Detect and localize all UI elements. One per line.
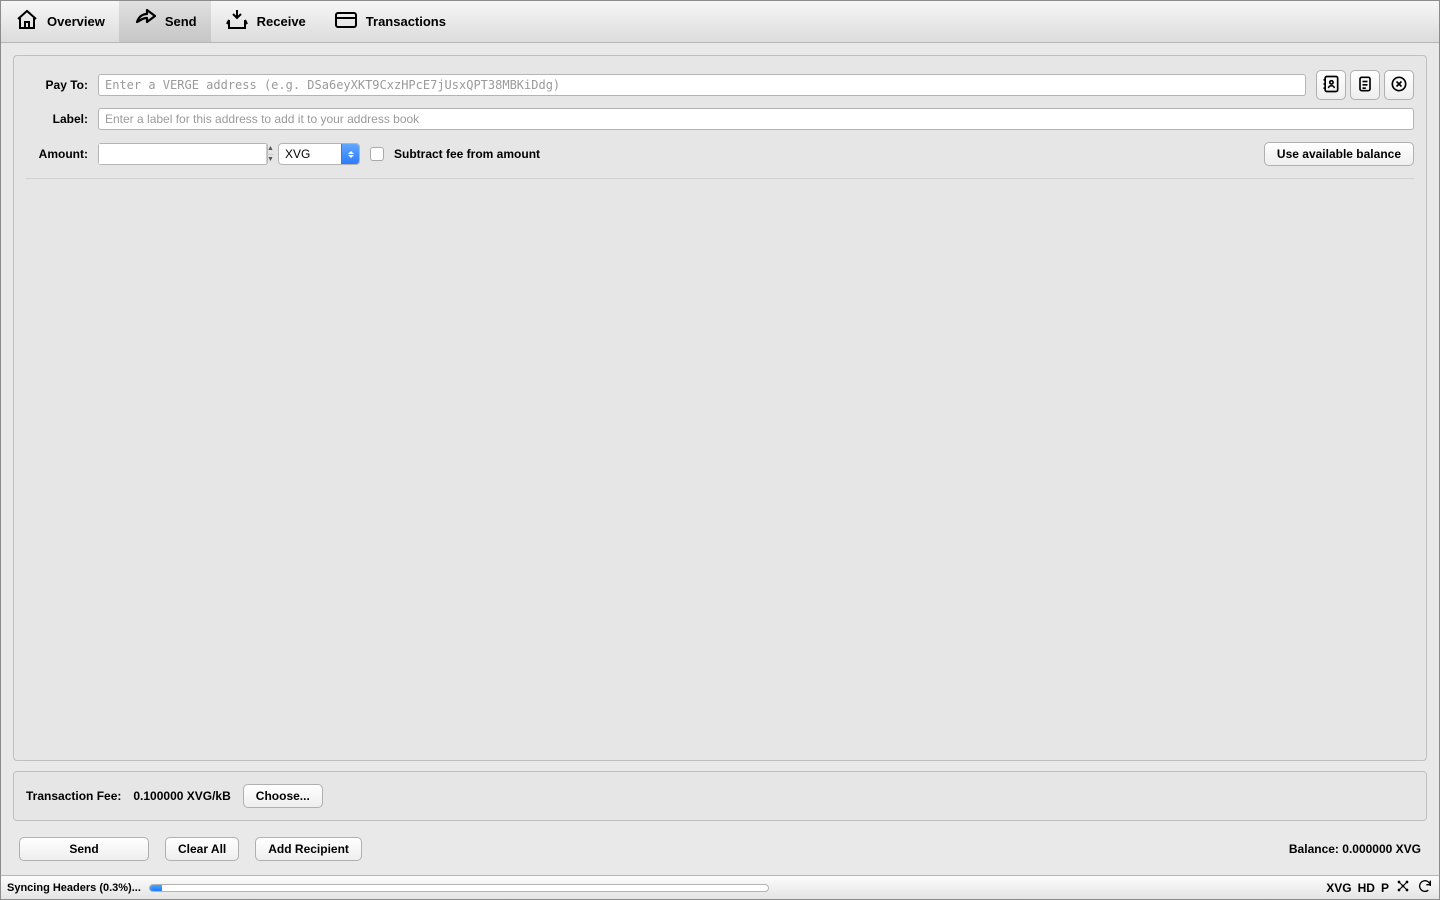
status-unit: XVG: [1326, 881, 1351, 895]
amount-label: Amount:: [26, 147, 88, 161]
tab-send[interactable]: Send: [119, 1, 211, 42]
home-icon: [15, 8, 39, 35]
tab-label: Receive: [257, 14, 306, 29]
tab-label: Send: [165, 14, 197, 29]
choose-fee-button[interactable]: Choose...: [243, 784, 323, 808]
tab-label: Overview: [47, 14, 105, 29]
address-book-button[interactable]: [1316, 70, 1346, 100]
fee-panel: Transaction Fee: 0.100000 XVG/kB Choose.…: [13, 771, 1427, 821]
action-row: Send Clear All Add Recipient Balance: 0.…: [13, 831, 1427, 863]
label-label: Label:: [26, 112, 88, 126]
label-input[interactable]: [98, 108, 1414, 130]
sync-spinner-icon: [1417, 878, 1433, 897]
balance-display: Balance: 0.000000 XVG: [1289, 842, 1421, 856]
payto-label: Pay To:: [26, 78, 88, 92]
receive-icon: [225, 8, 249, 35]
recipients-panel: Pay To:: [13, 55, 1427, 761]
send-arrow-icon: [133, 8, 157, 35]
tab-receive[interactable]: Receive: [211, 1, 320, 42]
card-icon: [334, 8, 358, 35]
send-button[interactable]: Send: [19, 837, 149, 861]
unit-select[interactable]: XVG: [278, 143, 360, 165]
clear-recipient-button[interactable]: [1384, 70, 1414, 100]
balance-value: 0.000000 XVG: [1342, 842, 1421, 856]
divider: [26, 178, 1414, 179]
add-recipient-button[interactable]: Add Recipient: [255, 837, 362, 861]
network-icon: [1395, 878, 1411, 897]
close-circle-icon: [1389, 74, 1409, 97]
subtract-fee-checkbox[interactable]: [370, 147, 384, 161]
sync-status-text: Syncing Headers (0.3%)...: [7, 882, 141, 894]
subtract-fee-label: Subtract fee from amount: [394, 147, 540, 161]
tab-transactions[interactable]: Transactions: [320, 1, 460, 42]
tab-label: Transactions: [366, 14, 446, 29]
amount-step-down[interactable]: ▼: [267, 155, 274, 165]
status-bar: Syncing Headers (0.3%)... XVG HD P: [1, 875, 1439, 899]
main-tabbar: Overview Send Receive Transactions: [1, 1, 1439, 43]
payto-input[interactable]: [98, 74, 1306, 96]
amount-input[interactable]: ▲ ▼: [98, 143, 268, 165]
unit-value: XVG: [285, 147, 310, 161]
paste-button[interactable]: [1350, 70, 1380, 100]
sync-progress-bar: [149, 884, 769, 892]
amount-step-up[interactable]: ▲: [267, 144, 274, 155]
use-available-balance-button[interactable]: Use available balance: [1264, 142, 1414, 166]
select-arrows-icon: [341, 144, 359, 164]
clear-all-button[interactable]: Clear All: [165, 837, 239, 861]
amount-field[interactable]: [99, 144, 266, 164]
status-hd-icon: HD: [1358, 881, 1375, 895]
fee-value: 0.100000 XVG/kB: [133, 789, 230, 803]
address-book-icon: [1321, 74, 1341, 97]
clipboard-icon: [1355, 74, 1375, 97]
fee-label: Transaction Fee:: [26, 789, 121, 803]
tab-overview[interactable]: Overview: [1, 1, 119, 42]
balance-label: Balance:: [1289, 842, 1339, 856]
status-proxy-icon: P: [1381, 881, 1389, 895]
